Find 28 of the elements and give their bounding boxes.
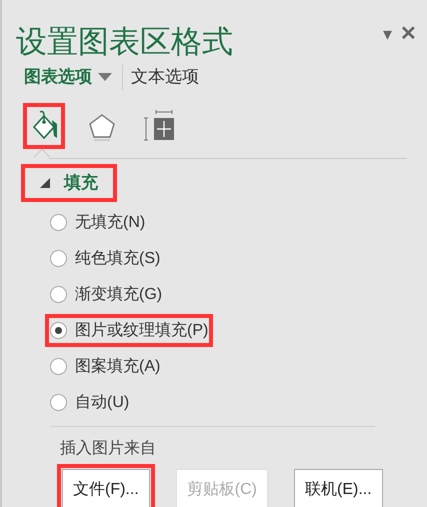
option-label: 图案填充(A) [75,356,160,376]
radio-option[interactable]: 无填充(N) [50,210,146,234]
option-label: 渐变填充(G) [75,284,162,304]
radio-option[interactable]: 图案填充(A) [50,354,160,378]
menu-button[interactable]: ▾ [383,25,392,43]
resize-icon [144,110,176,142]
radio-option[interactable]: 自动(U) [50,390,130,414]
option-label: 无填充(N) [75,212,146,232]
radio-button[interactable] [50,250,67,267]
insert-button[interactable]: 联机(E)... [294,469,383,507]
radio-button[interactable] [50,214,67,231]
tab[interactable]: 文本选项 [122,64,199,90]
pane-title: 设置图表区格式 [16,23,233,61]
radio-button[interactable] [50,394,67,411]
radio-option[interactable]: 纯色填充(S) [50,246,160,270]
option-label: 图片或纹理填充(P) [75,320,208,340]
radio-option[interactable]: 渐变填充(G) [50,282,162,306]
option-label: 自动(U) [75,392,130,412]
radio-button[interactable] [50,322,67,339]
tab[interactable]: 图表选项 [24,64,112,90]
radio-button[interactable] [50,358,67,375]
radio-button[interactable] [50,286,67,303]
close-button[interactable]: ✕ [400,24,417,44]
insert-button[interactable]: 文件(F)... [62,469,150,507]
insert-from-label: 插入图片来自 [60,438,157,459]
option-label: 纯色填充(S) [75,248,160,268]
section-header[interactable]: 填充 [40,170,98,196]
radio-option[interactable]: 图片或纹理填充(P) [50,318,208,342]
